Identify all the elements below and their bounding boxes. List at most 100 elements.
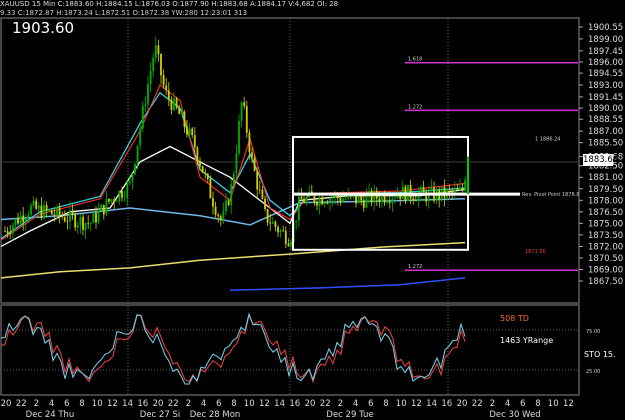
candle-body xyxy=(217,214,220,217)
candle-body xyxy=(362,200,365,208)
hour-label: 16 xyxy=(289,399,300,409)
candle-body xyxy=(37,205,40,209)
candle-body xyxy=(74,214,77,228)
price-tick-label: 1887.00 xyxy=(588,127,623,137)
candle-body xyxy=(321,197,324,205)
candle-body xyxy=(144,104,147,106)
hour-label: 8 xyxy=(535,399,540,409)
candle-body xyxy=(287,243,290,246)
hour-label: 22 xyxy=(16,399,27,409)
price-tick-label: 1894.55 xyxy=(588,69,623,79)
candle-body xyxy=(123,197,126,199)
hour-label: 20 xyxy=(305,399,316,409)
candle-body xyxy=(22,215,25,222)
candle-body xyxy=(134,163,136,174)
candle-body xyxy=(266,209,269,223)
price-tick-label: 1897.45 xyxy=(588,47,623,57)
last-price-marker: 1883.68 xyxy=(583,154,619,166)
candle-body xyxy=(76,225,79,228)
candle-body xyxy=(19,215,22,224)
candle-body xyxy=(9,232,12,234)
candle-body xyxy=(305,197,308,204)
candle-body xyxy=(128,181,131,184)
candle-body xyxy=(282,230,285,232)
candle-body xyxy=(342,198,344,202)
candle-body xyxy=(253,157,256,171)
candle-body xyxy=(69,210,71,222)
hour-label: 16 xyxy=(441,399,452,409)
current-price-title: 1903.60 xyxy=(12,19,75,37)
candle-body xyxy=(271,221,274,224)
hour-label: 14 xyxy=(426,399,437,409)
candle-body xyxy=(204,172,207,174)
candle-body xyxy=(191,128,194,136)
candle-body xyxy=(162,75,165,86)
candle-body xyxy=(422,187,425,193)
candle-body xyxy=(238,120,240,154)
candle-body xyxy=(193,135,196,148)
stochastic-lines: 25.00 75.00 xyxy=(0,312,600,385)
candle-body xyxy=(303,198,305,204)
candle-body xyxy=(344,198,347,200)
candle-body xyxy=(313,195,316,203)
candle-body xyxy=(95,212,97,223)
candle-body xyxy=(339,198,342,202)
fib-label: 1.618 xyxy=(408,57,422,63)
candle-body xyxy=(206,173,209,180)
hour-label: 4 xyxy=(201,399,206,409)
candle-body xyxy=(261,189,264,199)
candle-body xyxy=(386,202,389,203)
candle-body xyxy=(126,183,129,198)
candle-body xyxy=(284,230,287,244)
candle-body xyxy=(66,221,69,223)
candle-body xyxy=(331,197,334,199)
candle-body xyxy=(451,190,454,193)
price-tick-label: 1873.50 xyxy=(588,231,623,241)
sto-level-label: 75.00 xyxy=(586,329,600,335)
candle-body xyxy=(300,196,303,199)
price-tick-label: 1881.00 xyxy=(588,173,623,183)
candle-body xyxy=(409,185,412,199)
candle-body xyxy=(373,190,376,203)
candle-body xyxy=(82,216,84,230)
candle-body xyxy=(365,195,368,208)
candle-body xyxy=(295,220,298,223)
hour-label: 8 xyxy=(231,399,236,409)
candle-body xyxy=(131,173,134,182)
hour-label: 6 xyxy=(216,399,221,409)
candle-body xyxy=(100,204,103,211)
hour-label: 16 xyxy=(137,399,148,409)
candle-body xyxy=(232,173,235,185)
candle-body xyxy=(360,196,363,201)
day-label: Dec 28 Mon xyxy=(190,410,241,420)
candle-body xyxy=(240,102,243,121)
candle-body xyxy=(464,179,467,190)
price-tick-label: 1869.00 xyxy=(588,265,623,275)
candle-body xyxy=(17,218,19,224)
candle-body xyxy=(87,223,90,225)
hour-label: 12 xyxy=(411,399,422,409)
candle-body xyxy=(214,206,217,215)
candle-body xyxy=(459,187,461,190)
candle-body xyxy=(420,187,422,194)
candle-body xyxy=(370,190,373,203)
candle-body xyxy=(188,128,191,135)
candle-body xyxy=(56,207,58,216)
candle-body xyxy=(170,99,173,111)
candle-body xyxy=(84,223,87,230)
hour-label: 20 xyxy=(153,399,164,409)
candle-body xyxy=(378,198,381,203)
candle-body xyxy=(222,211,225,221)
candle-body xyxy=(186,126,188,135)
candle-body xyxy=(225,200,227,212)
candle-body xyxy=(48,210,51,212)
candle-body xyxy=(152,57,155,71)
candle-body xyxy=(92,212,95,223)
price-chart[interactable]: 1.618 1.272 1.272 1 1886.24 1871.56 Rev. Piv… xyxy=(0,0,625,420)
hour-label: 8 xyxy=(383,399,388,409)
candle-body xyxy=(50,210,53,215)
hour-label: 12 xyxy=(259,399,270,409)
candle-body xyxy=(391,198,394,203)
candle-body xyxy=(11,225,14,234)
candlesticks xyxy=(4,36,467,250)
